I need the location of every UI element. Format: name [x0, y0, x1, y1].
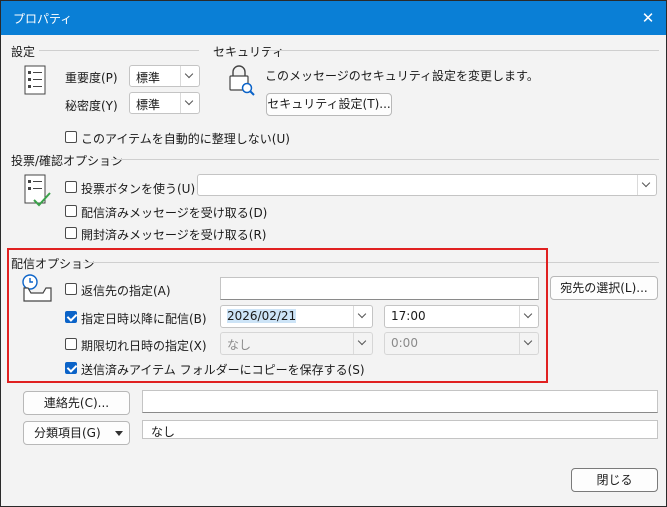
use-voting-label: 投票ボタンを使う(U) [81, 182, 196, 196]
categories-button-label: 分類項目(G) [34, 426, 101, 440]
categories-value: なし [151, 425, 176, 439]
security-description: このメッセージのセキュリティ設定を変更します。 [265, 69, 539, 83]
voting-buttons-select[interactable] [197, 174, 657, 196]
close-button[interactable]: 閉じる [571, 468, 658, 492]
voting-divider [111, 159, 659, 160]
contacts-input[interactable] [142, 390, 658, 413]
caret-down-icon [115, 431, 123, 436]
settings-divider [39, 50, 199, 51]
categories-button[interactable]: 分類項目(G) [23, 421, 130, 445]
importance-label: 重要度(P) [65, 71, 118, 85]
sensitivity-label: 秘密度(Y) [65, 99, 118, 113]
categories-field: なし [142, 420, 658, 439]
sensitivity-value: 標準 [136, 98, 161, 112]
voting-heading: 投票/確認オプション [11, 154, 124, 168]
security-settings-button[interactable]: セキュリティ設定(T)... [266, 93, 392, 116]
chevron-down-icon [180, 93, 199, 113]
do-not-autoarchive-checkbox[interactable] [65, 131, 77, 143]
sensitivity-select[interactable]: 標準 [129, 92, 200, 114]
lock-icon [229, 65, 255, 96]
delivery-options-highlight [7, 248, 548, 383]
importance-value: 標準 [136, 71, 161, 85]
do-not-autoarchive-label: このアイテムを自動的に整理しない(U) [81, 132, 290, 146]
delivery-receipt-checkbox[interactable] [65, 205, 77, 217]
close-icon[interactable]: ✕ [638, 8, 658, 28]
properties-dialog: プロパティ ✕ 設定 重要度(P) 標準 秘密度(Y) 標準 このアイテムを自動… [0, 0, 667, 507]
read-receipt-label: 開封済みメッセージを受け取る(R) [81, 228, 267, 242]
settings-heading: 設定 [11, 45, 36, 59]
settings-list-icon [24, 65, 46, 95]
security-divider [269, 50, 659, 51]
contacts-button[interactable]: 連絡先(C)... [23, 391, 130, 415]
voting-checklist-icon [24, 174, 51, 207]
use-voting-checkbox[interactable] [65, 181, 77, 193]
select-names-button[interactable]: 宛先の選択(L)... [550, 276, 658, 300]
importance-select[interactable]: 標準 [129, 65, 200, 87]
security-heading: セキュリティ [213, 45, 285, 59]
chevron-down-icon [180, 66, 199, 86]
delivery-receipt-label: 配信済みメッセージを受け取る(D) [81, 206, 268, 220]
read-receipt-checkbox[interactable] [65, 227, 77, 239]
chevron-down-icon [637, 175, 656, 195]
title-bar: プロパティ ✕ [1, 1, 666, 35]
window-title: プロパティ [13, 12, 73, 26]
